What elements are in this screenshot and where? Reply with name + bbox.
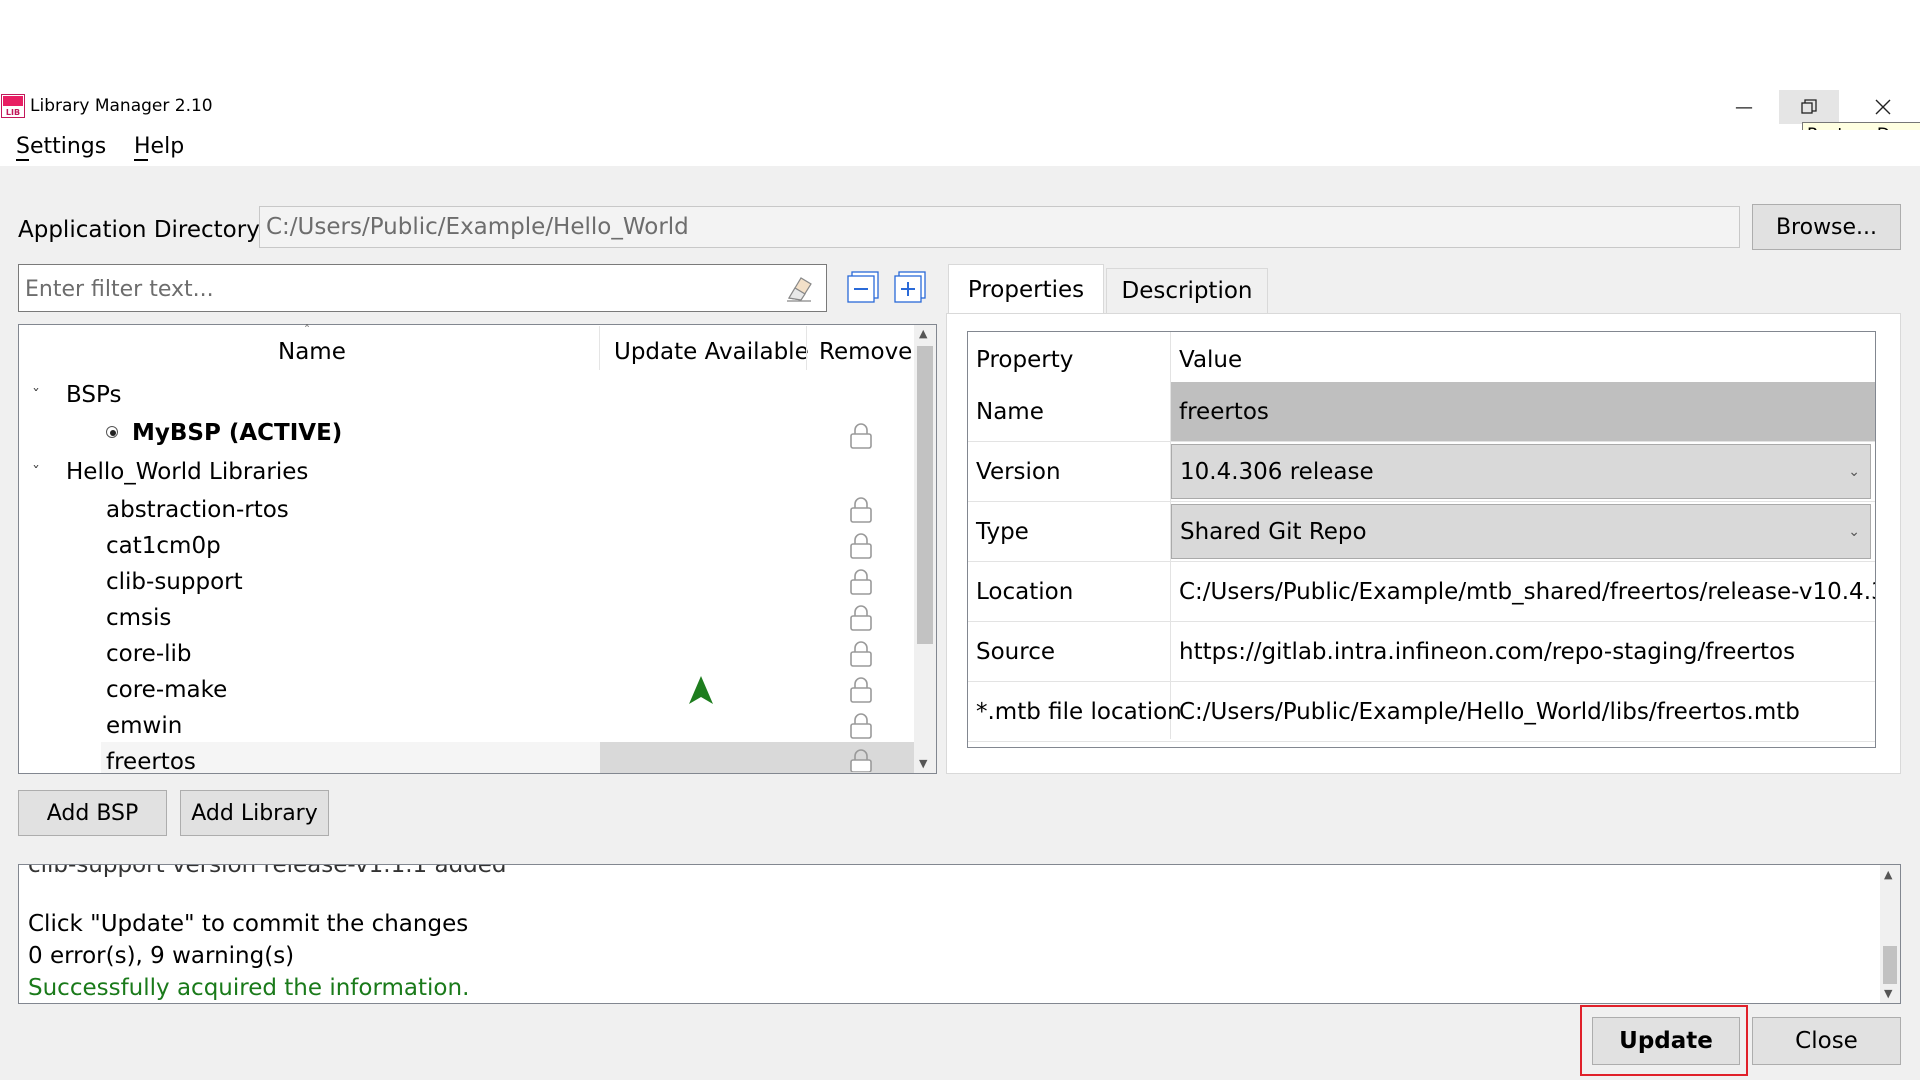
lock-icon xyxy=(850,533,872,559)
lock-icon xyxy=(850,749,872,772)
property-row-mtb-location: *.mtb file location C:/Users/Public/Exam… xyxy=(968,682,1875,742)
type-select-value: Shared Git Repo xyxy=(1180,519,1367,545)
property-row-location: Location C:/Users/Public/Example/mtb_sha… xyxy=(968,562,1875,622)
properties-header-property: Property xyxy=(976,347,1074,373)
application-directory-label: Application Directory: xyxy=(18,217,266,243)
property-source-label: Source xyxy=(976,639,1055,665)
scroll-down-icon[interactable]: ▼ xyxy=(919,757,927,770)
lock-icon xyxy=(850,423,872,449)
tree-item-library[interactable]: cmsis xyxy=(106,603,171,633)
scroll-up-icon[interactable]: ▲ xyxy=(919,327,927,340)
browse-button[interactable]: Browse... xyxy=(1752,204,1901,250)
property-source-value: https://gitlab.intra.infineon.com/repo-s… xyxy=(1179,639,1796,665)
chevron-down-icon[interactable]: ˇ xyxy=(32,463,40,482)
minimize-button[interactable]: — xyxy=(1714,90,1774,124)
chevron-down-icon: ⌄ xyxy=(1848,524,1860,540)
tree-item-library[interactable]: abstraction-rtos xyxy=(106,495,289,525)
chevron-down-icon[interactable]: ˇ xyxy=(32,386,40,405)
filter-box xyxy=(18,264,827,312)
tab-description[interactable]: Description xyxy=(1106,268,1268,313)
tree-item-library[interactable]: cat1cm0p xyxy=(106,531,221,561)
log-content: clib-support version release-v1.1.1 adde… xyxy=(19,865,1879,1005)
lock-icon xyxy=(850,497,872,523)
menu-bar xyxy=(0,130,1920,166)
log-line-commit-hint: Click "Update" to commit the changes xyxy=(28,911,469,937)
tree-item-library[interactable]: core-lib xyxy=(106,639,192,669)
log-scrollbar-thumb[interactable] xyxy=(1883,946,1897,984)
lock-icon xyxy=(850,605,872,631)
tree-group-bsps[interactable]: ˇ xyxy=(32,379,40,411)
add-bsp-button[interactable]: Add BSP xyxy=(18,790,167,836)
filter-input[interactable] xyxy=(23,268,787,310)
log-line-success: Successfully acquired the information. xyxy=(28,975,470,1001)
lock-icon xyxy=(850,677,872,703)
library-manager-app-icon: LIB xyxy=(1,94,25,118)
property-type-label: Type xyxy=(976,519,1029,545)
property-row-name: Name freertos xyxy=(968,382,1875,442)
tree-item-active-bsp[interactable]: MyBSP (ACTIVE) xyxy=(132,418,342,448)
menu-help-label: Help xyxy=(134,134,185,159)
tree-item-library[interactable]: emwin xyxy=(106,711,182,741)
close-window-button[interactable] xyxy=(1853,90,1913,124)
column-header-remove[interactable]: Remove xyxy=(819,332,912,372)
property-version-label: Version xyxy=(976,459,1061,485)
property-location-value: C:/Users/Public/Example/mtb_shared/freer… xyxy=(1179,579,1875,605)
tree-scrollbar-thumb[interactable] xyxy=(917,346,933,644)
column-separator xyxy=(599,326,600,370)
close-icon xyxy=(1875,99,1891,115)
restore-down-button[interactable] xyxy=(1779,90,1839,124)
tree-group-libraries-label: Hello_World Libraries xyxy=(66,459,309,485)
property-name-value: freertos xyxy=(1171,382,1875,441)
version-select-value: 10.4.306 release xyxy=(1180,459,1374,485)
tree-group-bsps-label: BSPs xyxy=(66,382,122,408)
menu-help[interactable]: Help xyxy=(134,133,184,161)
property-location-label: Location xyxy=(976,579,1074,605)
column-header-name[interactable]: Name xyxy=(278,332,346,372)
expand-all-icon[interactable] xyxy=(893,270,927,304)
application-directory-field[interactable]: C:/Users/Public/Example/Hello_World xyxy=(259,206,1740,248)
tree-item-library[interactable]: clib-support xyxy=(106,567,243,597)
property-row-type: Type Shared Git Repo ⌄ xyxy=(968,502,1875,562)
tree-item-library-selected[interactable]: freertos xyxy=(106,747,196,777)
mouse-cursor-icon xyxy=(689,676,713,704)
column-header-update-available[interactable]: Update Available xyxy=(614,332,809,372)
tree-item-library[interactable]: core-make xyxy=(106,675,227,705)
menu-settings[interactable]: Settings xyxy=(16,133,106,161)
log-line-counts: 0 error(s), 9 warning(s) xyxy=(28,943,295,969)
type-select[interactable]: Shared Git Repo ⌄ xyxy=(1171,504,1871,559)
add-library-button[interactable]: Add Library xyxy=(180,790,329,836)
lock-icon xyxy=(850,569,872,595)
close-button[interactable]: Close xyxy=(1752,1017,1901,1065)
version-select[interactable]: 10.4.306 release ⌄ xyxy=(1171,444,1871,499)
settings-mnemonic-underline xyxy=(16,159,29,161)
title-bar xyxy=(0,88,1920,128)
property-mtb-label: *.mtb file location xyxy=(976,699,1182,725)
update-button[interactable]: Update xyxy=(1592,1017,1740,1065)
chevron-down-icon: ⌄ xyxy=(1848,464,1860,480)
property-mtb-value: C:/Users/Public/Example/Hello_World/libs… xyxy=(1179,699,1800,725)
tree-group-libraries[interactable]: ˇ xyxy=(32,456,40,488)
restore-icon xyxy=(1801,99,1817,114)
lock-icon xyxy=(850,641,872,667)
lock-icon xyxy=(850,713,872,739)
tab-properties[interactable]: Properties xyxy=(948,264,1104,314)
menu-settings-label: Settings xyxy=(16,134,107,159)
window-title: Library Manager 2.10 xyxy=(30,96,213,116)
scroll-down-icon[interactable]: ▼ xyxy=(1884,987,1892,1000)
help-mnemonic-underline xyxy=(134,159,148,161)
clear-filter-icon[interactable] xyxy=(783,272,815,304)
scroll-up-icon[interactable]: ▲ xyxy=(1884,868,1892,881)
properties-header-row: Property Value xyxy=(968,332,1875,382)
column-separator xyxy=(806,326,807,370)
active-bsp-radio[interactable] xyxy=(106,426,118,438)
log-line-partial: clib-support version release-v1.1.1 adde… xyxy=(28,865,507,878)
property-row-source: Source https://gitlab.intra.infineon.com… xyxy=(968,622,1875,682)
property-row-version: Version 10.4.306 release ⌄ xyxy=(968,442,1875,502)
properties-header-value: Value xyxy=(1179,347,1243,373)
collapse-all-icon[interactable] xyxy=(846,270,880,304)
minimize-icon: — xyxy=(1735,96,1753,118)
property-name-label: Name xyxy=(976,399,1044,425)
